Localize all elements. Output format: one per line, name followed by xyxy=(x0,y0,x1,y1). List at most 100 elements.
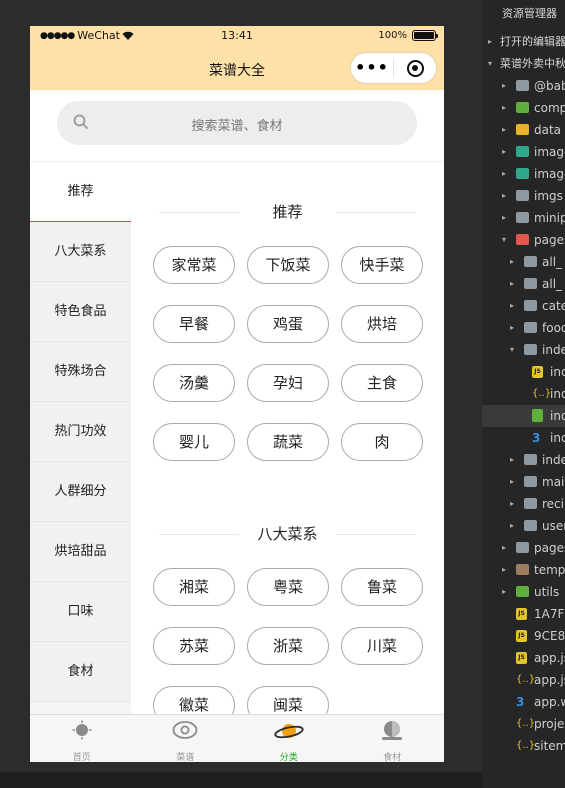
file-tree-item[interactable]: JS index.js xyxy=(482,361,565,383)
sidebar-item[interactable]: 食材 xyxy=(30,642,131,702)
category-tag[interactable]: 川菜 xyxy=(341,627,423,665)
chevron-right-icon[interactable]: ▸ xyxy=(502,185,506,207)
file-tree-item[interactable]: ▸ main xyxy=(482,471,565,493)
category-tag[interactable]: 苏菜 xyxy=(153,627,235,665)
category-tag[interactable]: 蔬菜 xyxy=(247,423,329,461)
file-tree-item[interactable]: {..}index.json xyxy=(482,383,565,405)
js-file-icon: JS xyxy=(516,652,527,664)
chevron-right-icon[interactable]: ▸ xyxy=(510,273,514,295)
more-icon[interactable]: ••• xyxy=(351,53,393,83)
category-tag[interactable]: 汤羹 xyxy=(153,364,235,402)
sidebar-item[interactable]: 烘培甜品 xyxy=(30,522,131,582)
category-tag[interactable]: 肉 xyxy=(341,423,423,461)
category-tag[interactable]: 主食 xyxy=(341,364,423,402)
chevron-right-icon[interactable]: ▸ xyxy=(510,515,514,537)
file-tree-item[interactable]: ▸ @babel xyxy=(482,75,565,97)
file-tree-item[interactable]: ▸ user xyxy=(482,515,565,537)
category-tag[interactable]: 粤菜 xyxy=(247,568,329,606)
chevron-right-icon[interactable]: ▸ xyxy=(502,97,506,119)
file-tree-item[interactable]: ▾ 菜谱外卖中秋 xyxy=(482,53,565,75)
file-tree-item[interactable]: ▸ components xyxy=(482,97,565,119)
chevron-right-icon[interactable]: ▸ xyxy=(510,251,514,273)
chevron-right-icon[interactable]: ▸ xyxy=(510,295,514,317)
category-tag[interactable]: 湘菜 xyxy=(153,568,235,606)
category-tag[interactable]: 鲁菜 xyxy=(341,568,423,606)
file-tree-item[interactable]: {..}project.config.json xyxy=(482,713,565,735)
file-tree-item[interactable]: ▸ 打开的编辑器 xyxy=(482,31,565,53)
file-tree-item[interactable]: ▸ data xyxy=(482,119,565,141)
category-tag[interactable]: 婴儿 xyxy=(153,423,235,461)
sidebar-item[interactable]: 特殊场合 xyxy=(30,342,131,402)
file-tree-item[interactable]: ▸ cate xyxy=(482,295,565,317)
file-tree-item[interactable]: JS 9CE8 xyxy=(482,625,565,647)
category-tag[interactable]: 徽菜 xyxy=(153,686,235,714)
chevron-right-icon[interactable]: ▸ xyxy=(502,581,506,603)
category-tag[interactable]: 下饭菜 xyxy=(247,246,329,284)
sidebar-item[interactable]: 特色食品 xyxy=(30,282,131,342)
sidebar-item[interactable]: 八大菜系 xyxy=(30,222,131,282)
chevron-right-icon[interactable]: ▸ xyxy=(502,163,506,185)
file-tree-item[interactable]: ▸ all_ xyxy=(482,273,565,295)
chevron-right-icon[interactable]: ▸ xyxy=(502,559,506,581)
file-tree-item[interactable]: {..}app.json xyxy=(482,669,565,691)
chevron-right-icon[interactable]: ▸ xyxy=(502,141,506,163)
category-tag[interactable]: 孕妇 xyxy=(247,364,329,402)
file-tree-item[interactable]: ▾ pages xyxy=(482,229,565,251)
file-tree-item[interactable]: 3 app.wxss xyxy=(482,691,565,713)
category-tag[interactable]: 快手菜 xyxy=(341,246,423,284)
file-tree-item[interactable]: ▸ imgs xyxy=(482,185,565,207)
folder-icon xyxy=(516,168,529,179)
chevron-right-icon[interactable]: ▸ xyxy=(502,75,506,97)
close-miniprogram-button[interactable] xyxy=(394,59,436,77)
file-tree-item[interactable]: ▸ all_ xyxy=(482,251,565,273)
chevron-right-icon[interactable]: ▸ xyxy=(510,471,514,493)
file-tree-item[interactable]: {..}sitemap.json xyxy=(482,735,565,757)
console-strip xyxy=(0,772,482,788)
chevron-right-icon[interactable]: ▸ xyxy=(502,537,506,559)
wxml-file-icon xyxy=(532,409,543,422)
file-tree-item[interactable]: JS 1A7F xyxy=(482,603,565,625)
category-tag[interactable]: 早餐 xyxy=(153,305,235,343)
category-tag[interactable]: 鸡蛋 xyxy=(247,305,329,343)
chevron-right-icon[interactable]: ▸ xyxy=(488,31,492,53)
file-tree-item[interactable]: ▸ food xyxy=(482,317,565,339)
file-tree-item[interactable]: ▸ miniprogram xyxy=(482,207,565,229)
file-tree-item[interactable]: ▸ utils xyxy=(482,581,565,603)
chevron-right-icon[interactable]: ▸ xyxy=(502,119,506,141)
sidebar-item[interactable]: 热门功效 xyxy=(30,402,131,462)
chevron-down-icon[interactable]: ▾ xyxy=(488,53,492,75)
file-tree-item[interactable]: ▸ recipe xyxy=(482,493,565,515)
sidebar-item[interactable]: 人群细分 xyxy=(30,462,131,522)
chevron-down-icon[interactable]: ▾ xyxy=(502,229,506,251)
file-name: 菜谱外卖中秋 xyxy=(500,57,565,70)
file-tree-item[interactable]: ▸ images xyxy=(482,163,565,185)
file-tree-item[interactable]: ▸ index xyxy=(482,449,565,471)
category-tag[interactable]: 闽菜 xyxy=(247,686,329,714)
sidebar-item[interactable]: 口味 xyxy=(30,582,131,642)
file-tree-item[interactable]: index.wxml xyxy=(482,405,565,427)
tab-home[interactable]: 首页 xyxy=(30,715,134,762)
file-name: 打开的编辑器 xyxy=(500,35,565,48)
chevron-right-icon[interactable]: ▸ xyxy=(510,317,514,339)
json-file-icon: {..} xyxy=(516,718,536,729)
chevron-right-icon[interactable]: ▸ xyxy=(502,207,506,229)
tab-eye[interactable]: 菜谱 xyxy=(134,715,238,762)
file-tree-item[interactable]: JS app.js xyxy=(482,647,565,669)
file-tree-item[interactable]: ▸ images xyxy=(482,141,565,163)
file-tree-item[interactable]: 3 index.wxss xyxy=(482,427,565,449)
chevron-down-icon[interactable]: ▾ xyxy=(510,339,514,361)
file-tree-item[interactable]: ▸ template xyxy=(482,559,565,581)
search-input[interactable]: 搜索菜谱、食材 xyxy=(57,101,417,145)
category-tag[interactable]: 家常菜 xyxy=(153,246,235,284)
category-tag[interactable]: 烘培 xyxy=(341,305,423,343)
js-file-icon: JS xyxy=(516,630,527,642)
category-tag[interactable]: 浙菜 xyxy=(247,627,329,665)
file-tree-item[interactable]: ▾ index xyxy=(482,339,565,361)
tab-ingredient[interactable]: 食材 xyxy=(341,715,445,762)
file-tree-item[interactable]: ▸ pages xyxy=(482,537,565,559)
tab-planet[interactable]: 分类 xyxy=(237,715,341,762)
file-name: food xyxy=(542,321,565,335)
chevron-right-icon[interactable]: ▸ xyxy=(510,493,514,515)
sidebar-item[interactable]: 推荐 xyxy=(30,162,131,222)
chevron-right-icon[interactable]: ▸ xyxy=(510,449,514,471)
